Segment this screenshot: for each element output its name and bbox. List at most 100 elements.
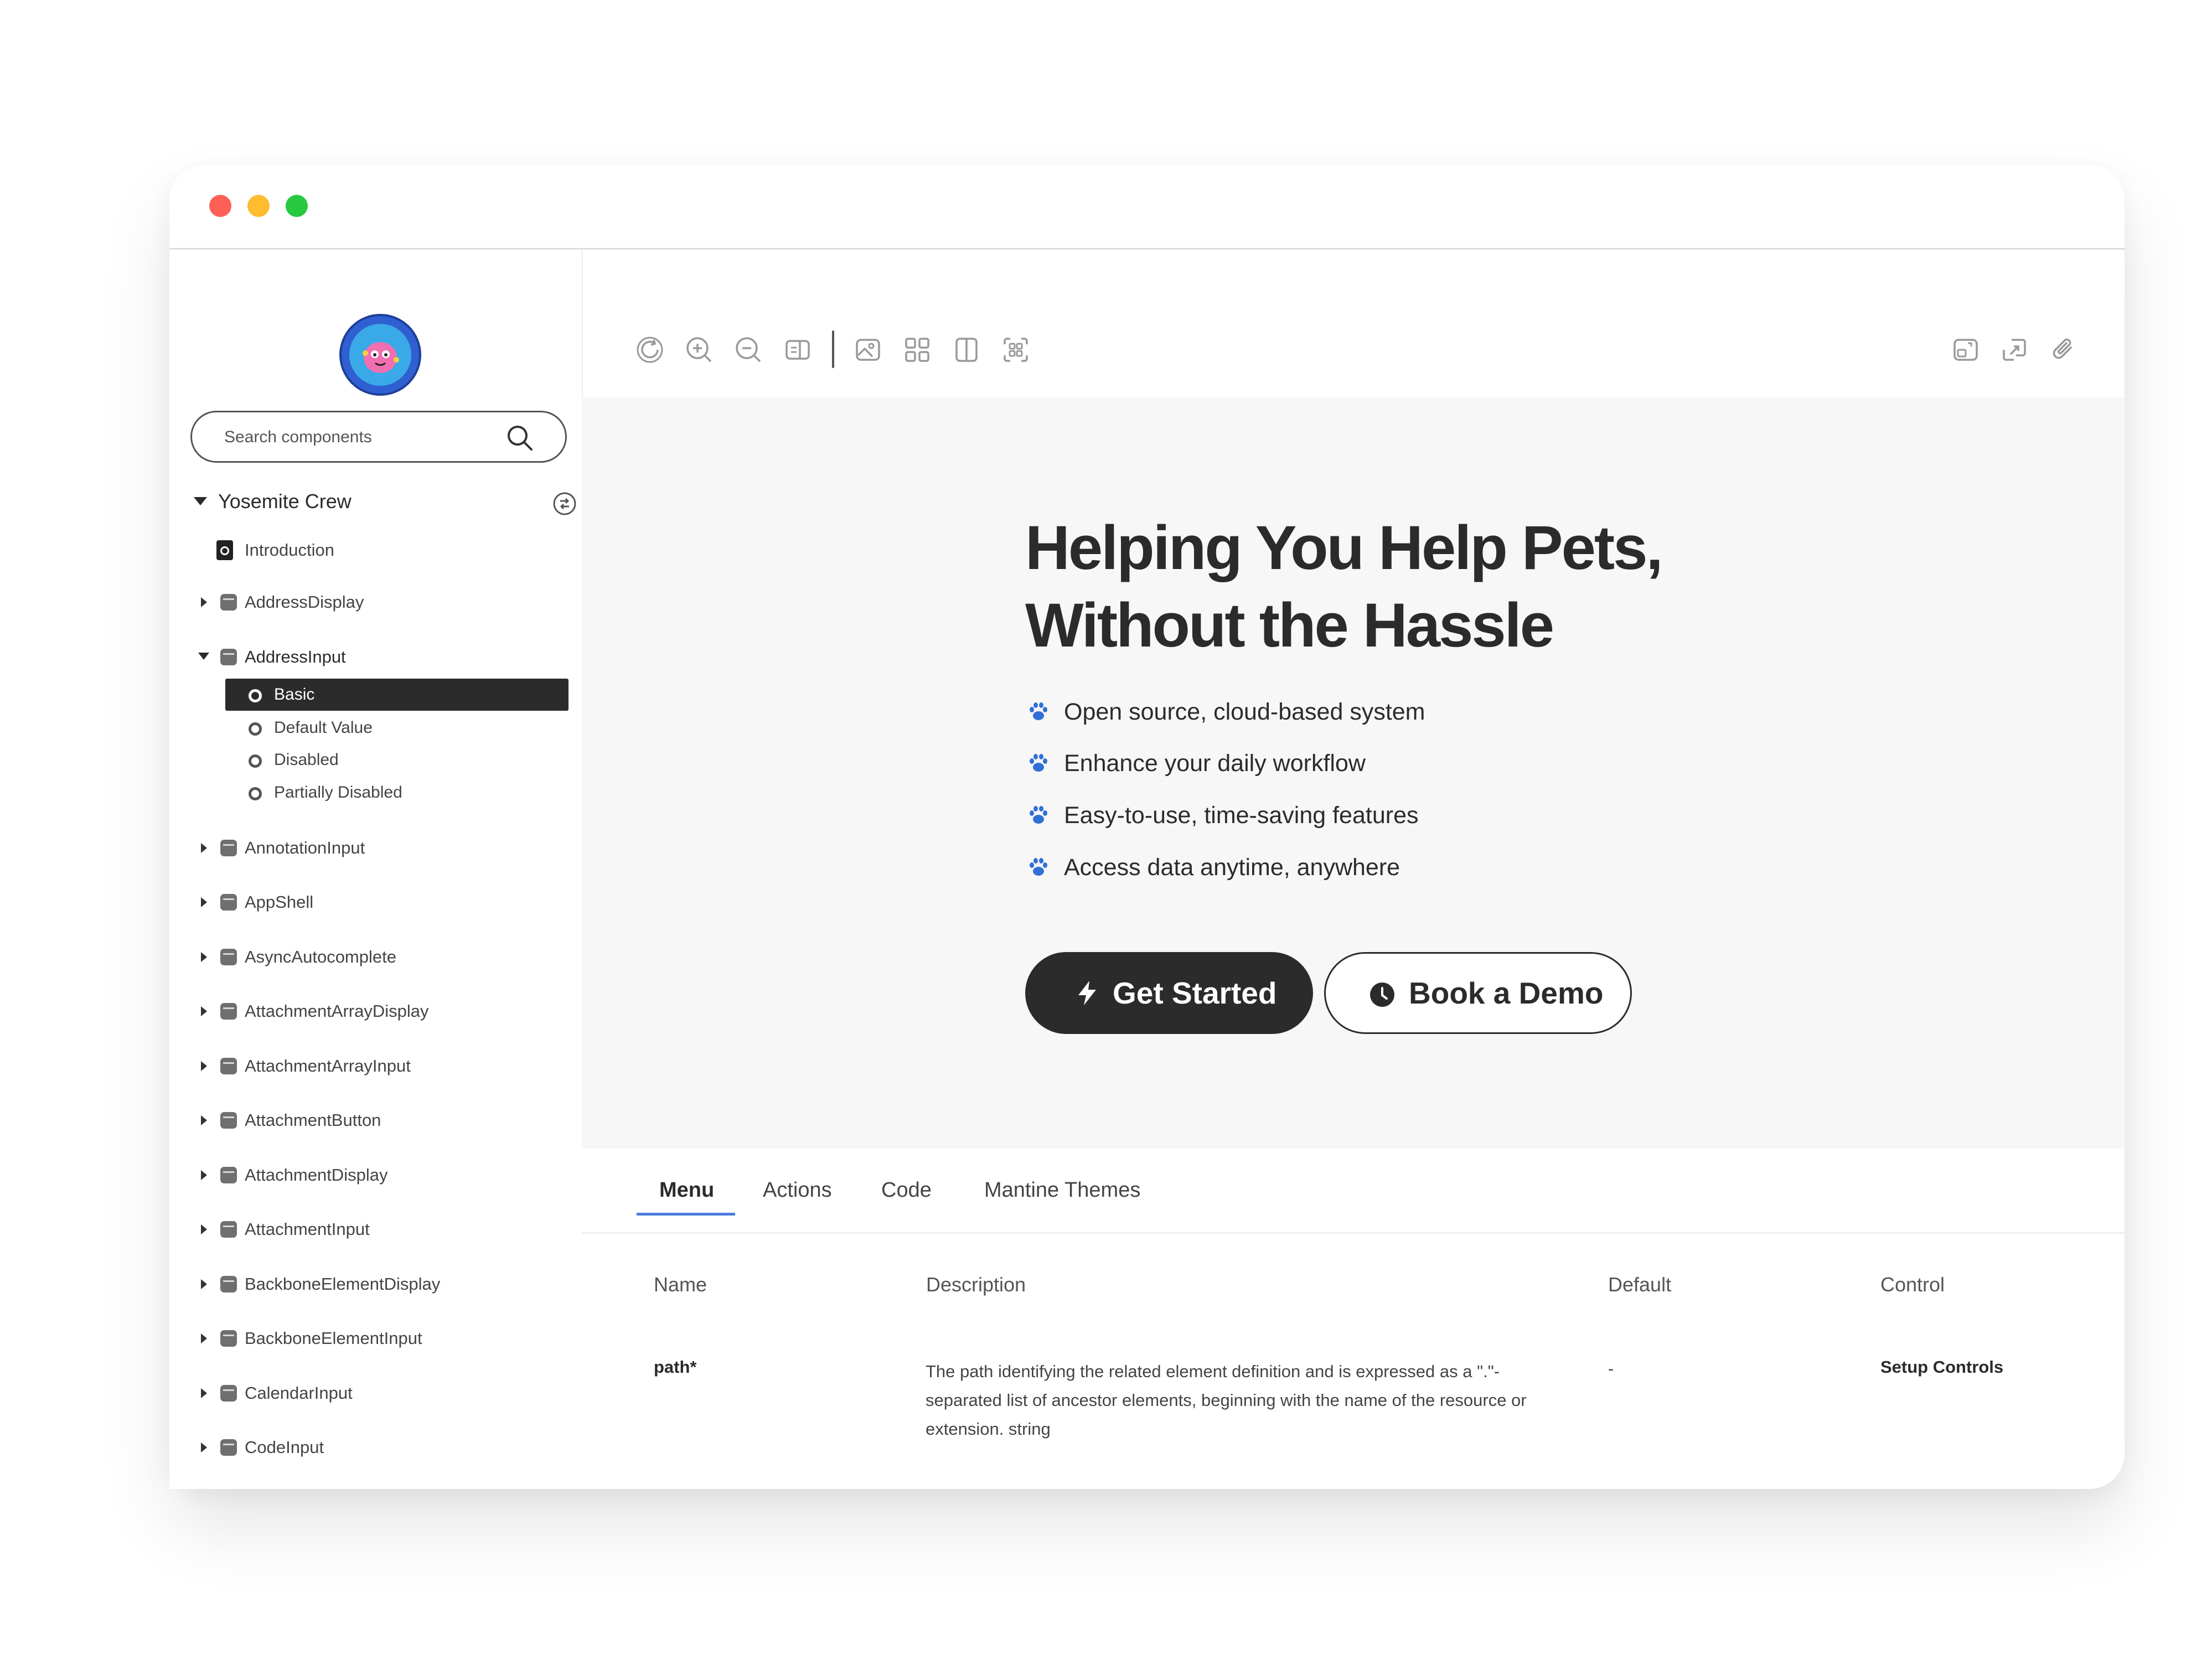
- sidebar-item-attachmentarrayinput[interactable]: AttachmentArrayInput: [169, 1049, 557, 1083]
- zoom-out-icon[interactable]: [734, 335, 763, 364]
- maximize-window-button[interactable]: [286, 195, 308, 217]
- component-icon: [220, 1439, 237, 1456]
- component-icon: [220, 1058, 237, 1074]
- sidebar-item-introduction[interactable]: Introduction: [169, 534, 557, 567]
- story-default-value[interactable]: Default Value: [225, 712, 568, 744]
- sidebar-item-attachmentbutton[interactable]: AttachmentButton: [169, 1104, 557, 1137]
- sidebar-item-asyncautocomplete[interactable]: AsyncAutocomplete: [169, 940, 557, 974]
- story-icon: [249, 722, 262, 736]
- chevron-right-icon[interactable]: [201, 1224, 207, 1234]
- sidebar-item-appshell[interactable]: AppShell: [169, 886, 557, 919]
- sidebar-item-addressdisplay[interactable]: AddressDisplay: [169, 586, 557, 619]
- grid-icon[interactable]: [903, 335, 932, 364]
- story-partially-disabled[interactable]: Partially Disabled: [225, 777, 568, 809]
- toolbar-divider: [832, 330, 834, 368]
- chevron-right-icon[interactable]: [201, 1388, 207, 1398]
- sidebar-item-backboneelementdisplay[interactable]: BackboneElementDisplay: [169, 1268, 557, 1301]
- outline-icon[interactable]: [1001, 335, 1030, 364]
- component-icon: [220, 894, 237, 911]
- tab-code[interactable]: Code: [881, 1149, 932, 1234]
- feature-item: Easy-to-use, time-saving features: [1025, 797, 1523, 836]
- tab-menu[interactable]: Menu: [659, 1149, 714, 1234]
- tree-root-yosemite-crew[interactable]: Yosemite Crew: [194, 485, 576, 518]
- story-basic[interactable]: Basic: [225, 679, 568, 711]
- sidebar-item-label: Introduction: [245, 540, 334, 560]
- get-started-label: Get Started: [1113, 976, 1277, 1010]
- book-demo-button[interactable]: Book a Demo: [1324, 952, 1632, 1034]
- chevron-right-icon[interactable]: [201, 597, 207, 607]
- hero-headline: Helping You Help Pets, Without the Hassl…: [1025, 509, 1800, 664]
- story-icon: [249, 689, 262, 702]
- sidebar-item-label: AddressInput: [245, 647, 346, 666]
- component-icon: [220, 1003, 237, 1020]
- chevron-right-icon[interactable]: [201, 952, 207, 962]
- chevron-down-icon[interactable]: [194, 497, 207, 505]
- feature-text: Access data anytime, anywhere: [1064, 854, 1400, 881]
- chevron-right-icon[interactable]: [201, 1170, 207, 1180]
- sidebar-item-label: AttachmentButton: [245, 1110, 381, 1130]
- sidebar-item-label: BackboneElementInput: [245, 1328, 422, 1348]
- sidebar-item-label: BackboneElementDisplay: [245, 1274, 441, 1294]
- story-icon: [249, 787, 262, 800]
- story-disabled[interactable]: Disabled: [225, 744, 568, 776]
- tab-actions[interactable]: Actions: [763, 1149, 832, 1234]
- component-icon: [220, 840, 237, 856]
- fullscreen-icon[interactable]: [2001, 335, 2029, 364]
- tab-mantine-themes[interactable]: Mantine Themes: [984, 1149, 1140, 1234]
- component-icon: [220, 1276, 237, 1292]
- sidebar-item-annotationinput[interactable]: AnnotationInput: [169, 831, 557, 865]
- sidebar-item-label: AddressDisplay: [245, 592, 364, 612]
- paw-icon: [1030, 806, 1047, 824]
- get-started-button[interactable]: Get Started: [1025, 952, 1313, 1034]
- chevron-right-icon[interactable]: [201, 1061, 207, 1071]
- close-window-button[interactable]: [209, 195, 231, 217]
- sidebar-item-codeinput[interactable]: CodeInput: [169, 1431, 557, 1464]
- open-in-new-tab-icon[interactable]: [1951, 335, 1980, 364]
- column-header-control: Control: [1880, 1273, 1945, 1296]
- copy-link-icon[interactable]: [2050, 335, 2079, 364]
- zoom-in-icon[interactable]: [685, 335, 714, 364]
- sidebar-item-calendarinput[interactable]: CalendarInput: [169, 1377, 557, 1410]
- reset-zoom-icon[interactable]: [783, 335, 812, 364]
- sidebar-item-label: AttachmentInput: [245, 1219, 370, 1239]
- reload-icon[interactable]: [635, 335, 664, 364]
- column-header-name: Name: [654, 1273, 707, 1296]
- sidebar-item-label: CalendarInput: [245, 1383, 353, 1403]
- setup-controls-link[interactable]: Setup Controls: [1880, 1357, 2003, 1377]
- sidebar-item-attachmentinput[interactable]: AttachmentInput: [169, 1213, 557, 1246]
- arg-description: The path identifying the related element…: [926, 1362, 1527, 1439]
- feature-text: Enhance your daily workflow: [1064, 750, 1366, 777]
- chevron-right-icon[interactable]: [201, 1279, 207, 1289]
- sidebar-item-label: AsyncAutocomplete: [245, 947, 396, 966]
- component-icon: [220, 949, 237, 965]
- sidebar-item-label: AttachmentDisplay: [245, 1165, 388, 1185]
- chevron-right-icon[interactable]: [201, 1006, 207, 1016]
- chevron-down-icon[interactable]: [198, 653, 209, 660]
- sidebar-item-attachmentarraydisplay[interactable]: AttachmentArrayDisplay: [169, 995, 557, 1028]
- hero-headline-line-2: Without the Hassle: [1025, 591, 1554, 660]
- active-tab-indicator: [637, 1213, 735, 1216]
- sidebar-item-addressinput[interactable]: AddressInput: [169, 640, 557, 674]
- background-icon[interactable]: [854, 335, 882, 364]
- yosemite-crew-logo: [339, 314, 421, 396]
- chevron-right-icon[interactable]: [201, 897, 207, 907]
- viewport-icon[interactable]: [952, 335, 981, 364]
- sidebar-item-backboneelementinput[interactable]: BackboneElementInput: [169, 1322, 557, 1355]
- feature-item: Enhance your daily workflow: [1025, 745, 1523, 784]
- chevron-right-icon[interactable]: [201, 1442, 207, 1452]
- search-input[interactable]: [223, 412, 491, 462]
- search-icon[interactable]: [505, 423, 534, 452]
- chevron-right-icon[interactable]: [201, 843, 207, 853]
- search-components-field[interactable]: [190, 411, 567, 463]
- component-icon: [220, 1112, 237, 1129]
- chevron-right-icon[interactable]: [201, 1115, 207, 1125]
- feature-text: Open source, cloud-based system: [1064, 699, 1425, 725]
- arg-name: path*: [654, 1357, 697, 1377]
- sync-arrows-icon[interactable]: [552, 492, 577, 516]
- sidebar-item-attachmentdisplay[interactable]: AttachmentDisplay: [169, 1159, 557, 1192]
- feature-item: Access data anytime, anywhere: [1025, 849, 1523, 888]
- chevron-right-icon[interactable]: [201, 1333, 207, 1343]
- minimize-window-button[interactable]: [247, 195, 270, 217]
- column-header-description: Description: [926, 1273, 1026, 1296]
- paw-icon: [1030, 754, 1047, 772]
